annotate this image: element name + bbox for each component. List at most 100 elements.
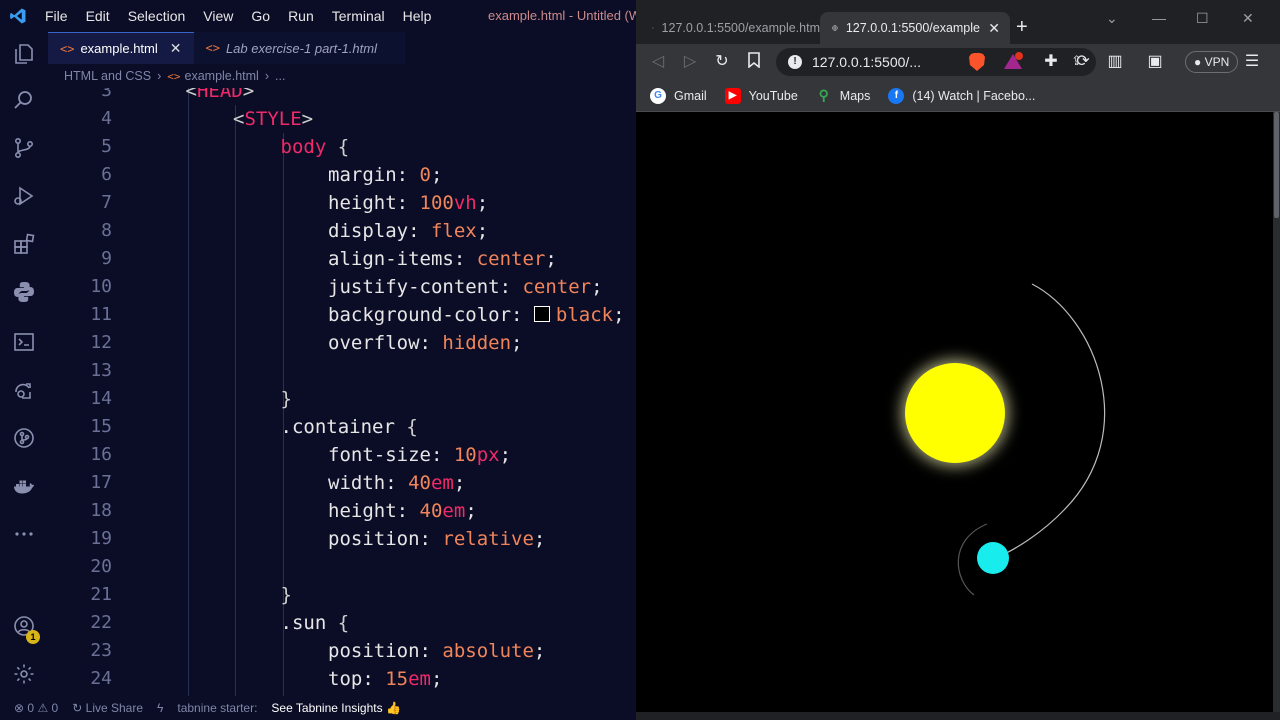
bookmark-maps[interactable]: ⚲ Maps (816, 87, 871, 104)
bookmark-gmail[interactable]: G Gmail (650, 87, 707, 104)
tab-lab-exercise[interactable]: <> Lab exercise-1 part-1.html (193, 32, 405, 64)
source-control-icon[interactable] (0, 126, 48, 170)
window-close-icon[interactable]: ✕ (1242, 10, 1254, 27)
tab-example-html[interactable]: <> example.html ✕ (48, 32, 194, 64)
terminal-icon[interactable] (0, 320, 48, 364)
menu-item-terminal[interactable]: Terminal (323, 0, 394, 32)
minimize-icon[interactable]: — (1152, 10, 1166, 26)
web-page-viewport[interactable] (636, 112, 1273, 712)
python-icon[interactable] (0, 270, 48, 314)
line-number: 22 (90, 612, 112, 633)
run-debug-icon[interactable] (0, 174, 48, 218)
youtube-icon: ▶ (724, 87, 741, 104)
extension-icon[interactable]: ⟳ (1073, 52, 1093, 72)
accounts-icon[interactable]: 1 (0, 604, 48, 648)
code-text: background-color: black; (328, 304, 625, 326)
lightning-icon[interactable]: ϟ (157, 701, 163, 715)
sidebar-icon[interactable]: ▥ (1105, 52, 1125, 72)
code-line: 7 height: 100vh; (48, 189, 636, 217)
browser-tab-strip: 127.0.0.1:5500/example.htm 127.0.0.1:550… (636, 0, 1280, 44)
html-file-icon: <> (60, 41, 75, 56)
code-editor[interactable]: 3 <HEAD> 4 <STYLE> 5 body {6 margin: 0; 7 height… (48, 88, 636, 696)
vpn-label: VPN (1204, 55, 1230, 69)
code-text: } (280, 388, 292, 410)
wallet-icon[interactable]: ▣ (1145, 52, 1165, 72)
line-number: 13 (90, 360, 112, 381)
line-number: 6 (101, 164, 112, 185)
menu-icon[interactable]: ☰ (1242, 52, 1262, 72)
menu-item-selection[interactable]: Selection (119, 0, 195, 32)
live-share-status[interactable]: ↻ Live Share (72, 701, 143, 715)
settings-gear-icon[interactable] (0, 652, 48, 696)
browser-scrollbar[interactable] (1273, 112, 1280, 712)
breadcrumb: HTML and CSS › <> example.html › ... (48, 64, 636, 88)
menu-item-help[interactable]: Help (394, 0, 441, 32)
code-text: width: 40em; (328, 472, 466, 494)
line-number: 20 (90, 556, 112, 577)
docker-icon[interactable] (0, 464, 48, 508)
menu-item-view[interactable]: View (194, 0, 242, 32)
code-line: 12 overflow: hidden; (48, 329, 636, 357)
line-number: 7 (101, 192, 112, 213)
line-number: 24 (90, 668, 112, 689)
code-text: top: 15em; (328, 668, 443, 690)
line-number: 18 (90, 500, 112, 521)
vscode-logo-icon[interactable] (0, 0, 36, 32)
site-info-icon[interactable]: ! (788, 55, 802, 69)
close-icon[interactable]: ✕ (988, 20, 1000, 37)
back-icon[interactable]: ◁ (648, 52, 668, 72)
code-text: height: 100vh; (328, 192, 489, 214)
menu-item-file[interactable]: File (36, 0, 77, 32)
extensions-puzzle-icon[interactable]: ✚ (1041, 52, 1061, 72)
url-text: 127.0.0.1:5500/... (812, 54, 921, 70)
tabnine-insights-link[interactable]: See Tabnine Insights 👍 (271, 701, 400, 715)
explorer-icon[interactable] (0, 32, 48, 76)
bookmark-youtube[interactable]: ▶ YouTube (724, 87, 798, 104)
code-line: 5 body { (48, 133, 636, 161)
close-icon[interactable]: ✕ (170, 40, 182, 57)
line-number: 14 (90, 388, 112, 409)
code-line: 20 (48, 553, 636, 581)
scrollbar-thumb[interactable] (1274, 112, 1279, 218)
live-share-icon: ↻ (72, 701, 83, 715)
forward-icon[interactable]: ▷ (680, 52, 700, 72)
bookmark-icon[interactable] (744, 52, 764, 72)
menu-item-go[interactable]: Go (242, 0, 279, 32)
code-text: .sun { (280, 612, 350, 634)
code-line: 13 (48, 357, 636, 385)
more-icon[interactable] (0, 512, 48, 556)
browser-tab-1[interactable]: 127.0.0.1:5500/example.htm (640, 12, 820, 44)
vpn-button[interactable]: ● VPN (1185, 51, 1239, 73)
extensions-icon[interactable] (0, 222, 48, 266)
line-number: 5 (101, 136, 112, 157)
code-line: 14} (48, 385, 636, 413)
code-line: 3 <HEAD> (48, 88, 636, 105)
tabnine-status[interactable]: tabnine starter: (177, 701, 257, 715)
live-share-icon[interactable] (0, 368, 48, 412)
code-text: position: relative; (328, 528, 546, 550)
menu-item-run[interactable]: Run (279, 0, 323, 32)
brave-rewards-icon[interactable] (1003, 52, 1023, 72)
menu-item-edit[interactable]: Edit (77, 0, 119, 32)
code-text: justify-content: center; (328, 276, 603, 298)
globe-icon (832, 25, 838, 31)
bookmark-facebook[interactable]: f (14) Watch | Facebo... (888, 87, 1035, 104)
breadcrumb-folder[interactable]: HTML and CSS (64, 69, 151, 83)
problems-indicator[interactable]: ⊗ 0 ⚠ 0 (14, 701, 58, 715)
breadcrumb-file[interactable]: example.html (185, 69, 259, 83)
brave-shields-icon[interactable] (967, 52, 987, 72)
bookmark-label: Gmail (674, 88, 707, 103)
tab-search-icon[interactable]: ⌄ (1106, 10, 1118, 27)
code-line: 11 background-color: black; (48, 301, 636, 329)
git-graph-icon[interactable] (0, 416, 48, 460)
search-icon[interactable] (0, 78, 48, 122)
code-text: font-size: 10px; (328, 444, 512, 466)
chevron-right-icon: › (264, 69, 270, 83)
browser-tab-2[interactable]: 127.0.0.1:5500/example ✕ (820, 12, 1010, 44)
new-tab-button[interactable]: + (1016, 16, 1028, 39)
breadcrumb-symbol[interactable]: ... (275, 69, 285, 83)
line-number: 8 (101, 220, 112, 241)
code-line: 22 .sun { (48, 609, 636, 637)
maximize-icon[interactable]: ☐ (1196, 10, 1209, 27)
reload-icon[interactable]: ↻ (712, 52, 732, 72)
